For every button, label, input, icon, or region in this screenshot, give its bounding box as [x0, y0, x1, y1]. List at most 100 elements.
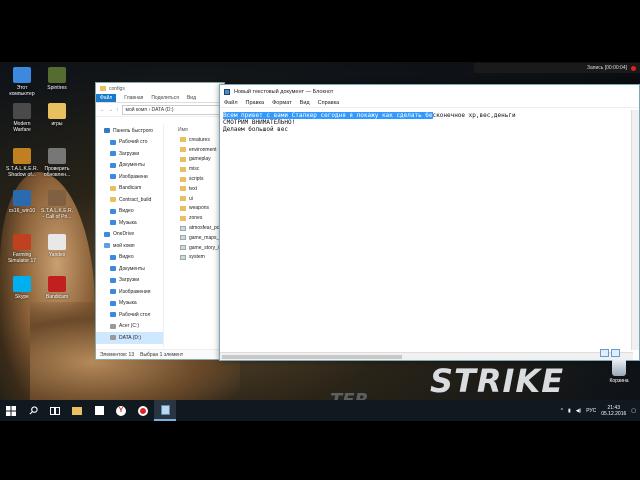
ribbon-tab-file[interactable]: Файл [96, 94, 117, 102]
nav-item[interactable]: OneDrive [96, 229, 163, 241]
desktop-icon[interactable]: cs16_win10 [5, 190, 39, 214]
explorer-address-bar: ← → ↑ мой комп › DATA (D:) [96, 103, 224, 117]
file-name: scripts [189, 176, 204, 183]
volume-icon[interactable]: ◀) [576, 408, 582, 414]
nav-item[interactable]: Документы [96, 160, 163, 172]
nav-item[interactable]: мой комп [96, 240, 163, 252]
app-icon [13, 276, 31, 292]
path-part-1[interactable]: мой комп [126, 107, 148, 113]
menu-edit[interactable]: Правка [246, 100, 265, 106]
desktop-icon[interactable]: Modern Warfare [5, 103, 39, 133]
desktop-icon[interactable]: Bandicam [40, 276, 74, 300]
nav-item-label: Музыка [119, 300, 137, 307]
desktop-icon[interactable]: Этот компьютер [5, 67, 39, 97]
menu-format[interactable]: Формат [272, 100, 292, 106]
ribbon-tab-share[interactable]: Поделиться [151, 95, 179, 101]
app-icon [48, 148, 66, 164]
language-indicator[interactable]: РУС [586, 408, 596, 414]
desktop-icon[interactable]: Spintires [40, 67, 74, 91]
ribbon-tab-view[interactable]: Вид [187, 95, 196, 101]
nav-item-label: OneDrive [113, 231, 135, 238]
desktop-icon[interactable]: Farming Simulator 17 [5, 234, 39, 264]
task-view-button[interactable] [44, 400, 66, 421]
network-icon[interactable]: ▮ [568, 408, 571, 414]
taskbar-notepad[interactable] [154, 400, 176, 421]
nav-item[interactable]: Видео [96, 206, 163, 218]
record-icon[interactable] [631, 65, 636, 71]
desktop-icon[interactable]: S.T.A.L.K.E.R. - Call of Pri... [40, 190, 74, 220]
desktop-icon-label: игры [51, 121, 63, 127]
large-icons-view-icon[interactable] [611, 349, 620, 357]
blue-icon [110, 162, 116, 168]
tray-chevron-icon[interactable]: ^ [561, 408, 563, 414]
nav-item[interactable]: Изображени [96, 171, 163, 183]
explorer-ribbon: Файл Главная Поделиться Вид [96, 94, 224, 103]
nav-item-label: Рабочий стол [119, 311, 151, 318]
details-view-icon[interactable] [600, 349, 609, 357]
nav-item[interactable]: Загрузки [96, 275, 163, 287]
nav-item-label: Панель быстрого [113, 127, 153, 134]
back-arrow-icon[interactable]: ← [100, 107, 105, 113]
blue-icon [110, 254, 116, 260]
app-icon [13, 190, 31, 206]
nav-item[interactable]: Рабочий сто [96, 137, 163, 149]
nav-item[interactable]: Bandicam [96, 183, 163, 195]
clock[interactable]: 21:43 05.12.2016 [601, 405, 626, 417]
explorer-title: configs [109, 85, 125, 92]
nav-item[interactable]: Панель быстрого [96, 125, 163, 137]
app-icon [48, 234, 66, 250]
forward-arrow-icon[interactable]: → [108, 107, 113, 113]
ribbon-tab-home[interactable]: Главная [124, 95, 143, 101]
desktop-icon[interactable]: Skype [5, 276, 39, 300]
start-button[interactable] [0, 400, 22, 421]
desktop-icon[interactable]: игры [40, 103, 74, 127]
file-icon [180, 235, 186, 241]
nav-item[interactable]: Acer (C:) [96, 321, 163, 333]
explorer-status-bar: Элементов: 13 Выбран 1 элемент [96, 349, 224, 359]
taskbar-explorer[interactable] [66, 400, 88, 421]
nav-item[interactable]: Музыка [96, 217, 163, 229]
recycle-bin[interactable]: Корзина [604, 360, 634, 384]
address-path[interactable]: мой комп › DATA (D:) [121, 104, 224, 115]
file-name: gameplay [189, 156, 211, 163]
text-line-3: Делаем большой вес [223, 126, 289, 133]
nav-item[interactable]: DATA (D:) [96, 332, 163, 344]
taskbar-bandicam[interactable] [132, 400, 154, 421]
path-part-2[interactable]: DATA (D:) [152, 107, 174, 113]
blue-icon [110, 220, 116, 226]
desktop-icon[interactable]: Yandex [40, 234, 74, 258]
notifications-icon[interactable]: ▢ [631, 408, 636, 414]
scrollbar-thumb[interactable] [222, 355, 402, 359]
horizontal-scrollbar[interactable] [220, 352, 633, 360]
file-name: game_maps_s [189, 234, 222, 241]
nav-item[interactable]: Музыка [96, 298, 163, 310]
nav-item[interactable]: Видео [96, 252, 163, 264]
menu-view[interactable]: Вид [300, 100, 310, 106]
nav-item[interactable]: Загрузки [96, 148, 163, 160]
file-name: ui [189, 195, 193, 202]
app-icon [48, 190, 66, 206]
folder-icon [180, 137, 186, 143]
desktop-icon-label: Spintires [47, 85, 67, 91]
blue-icon [110, 289, 116, 295]
nav-item[interactable]: Документы [96, 263, 163, 275]
taskbar-store[interactable] [88, 400, 110, 421]
text-line-1: Всем привет с вами Сталкер сегодня я пок… [223, 112, 628, 119]
desktop-icon[interactable]: S.T.A.L.K.E.R. Shadow of... [5, 148, 39, 178]
desktop-icon-label: cs16_win10 [8, 208, 36, 214]
taskbar-yandex[interactable]: Y [110, 400, 132, 421]
notepad-text-area[interactable]: Всем привет с вами Сталкер сегодня я пок… [223, 112, 628, 342]
menu-file[interactable]: Файл [224, 100, 238, 106]
up-arrow-icon[interactable]: ↑ [116, 107, 119, 113]
desktop-icon-label: Skype [15, 294, 29, 300]
desktop-icon[interactable]: Проверить обновлен... [40, 148, 74, 178]
status-item-count: Элементов: 13 [100, 351, 135, 358]
search-button[interactable] [22, 400, 44, 421]
menu-help[interactable]: Справка [318, 100, 340, 106]
nav-item[interactable]: Рабочий стол [96, 309, 163, 321]
nav-item-label: DATA (D:) [119, 334, 142, 341]
vertical-scrollbar[interactable] [631, 110, 639, 350]
nav-item[interactable]: Contract_build [96, 194, 163, 206]
app-icon [48, 67, 66, 83]
nav-item[interactable]: Изображения [96, 286, 163, 298]
